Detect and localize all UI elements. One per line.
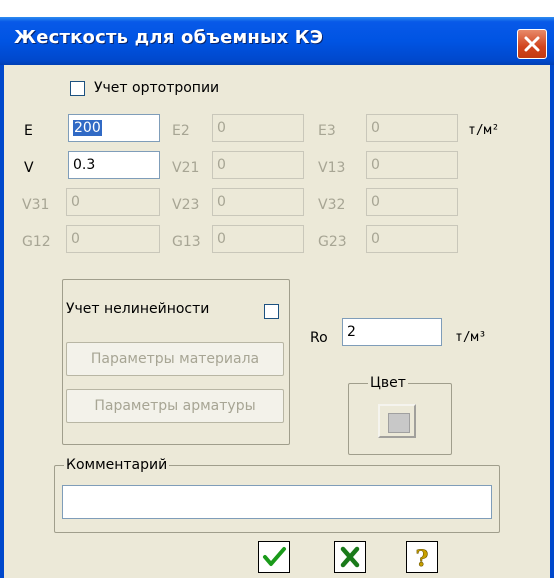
v13-input[interactable]: 0 [366, 151, 458, 179]
checkmark-icon [263, 547, 286, 566]
v32-input[interactable]: 0 [366, 188, 458, 216]
window-title: Жесткость для объемных КЭ [14, 27, 324, 48]
v32-label: V32 [318, 197, 346, 213]
modulus-unit: т/м² [468, 123, 500, 138]
title-bar[interactable]: Жесткость для объемных КЭ [0, 17, 554, 65]
ok-button[interactable] [258, 541, 290, 573]
v21-input[interactable]: 0 [212, 151, 304, 179]
g12-input[interactable]: 0 [66, 225, 160, 253]
color-group-title: Цвет [368, 375, 408, 391]
v31-input[interactable]: 0 [66, 188, 160, 216]
v-input[interactable]: 0.3 [68, 151, 160, 179]
comment-input[interactable] [62, 485, 492, 519]
nonlinearity-checkbox[interactable] [264, 304, 279, 319]
e2-label: E2 [172, 123, 190, 139]
background-strip [0, 0, 554, 17]
v31-label: V31 [22, 197, 50, 213]
g23-label: G23 [318, 234, 347, 250]
e-input[interactable]: 200 [68, 114, 160, 142]
e2-input[interactable]: 0 [212, 114, 304, 142]
g13-label: G13 [172, 234, 201, 250]
rebar-params-button[interactable]: Параметры арматуры [66, 389, 284, 423]
e-label: E [24, 123, 33, 139]
orthotropy-label: Учет ортотропии [94, 80, 220, 96]
e3-label: E3 [318, 123, 336, 139]
v-label: V [24, 160, 34, 176]
window-border-left [0, 65, 4, 578]
e-value: 200 [73, 120, 102, 136]
x-icon [340, 546, 360, 568]
close-button[interactable] [517, 29, 547, 59]
cancel-button[interactable] [334, 541, 366, 573]
ro-input[interactable]: 2 [342, 318, 442, 346]
nonlinearity-label: Учет нелинейности [66, 301, 210, 317]
g13-input[interactable]: 0 [212, 225, 304, 253]
material-params-button[interactable]: Параметры материала [66, 342, 284, 376]
v23-label: V23 [172, 197, 200, 213]
question-icon: ? [415, 546, 429, 572]
comment-group-title: Комментарий [64, 457, 170, 473]
v23-input[interactable]: 0 [212, 188, 304, 216]
g12-label: G12 [22, 234, 51, 250]
svg-text:?: ? [416, 546, 429, 572]
orthotropy-checkbox[interactable] [70, 81, 85, 96]
e3-input[interactable]: 0 [366, 114, 458, 142]
ro-label: Ro [310, 330, 328, 346]
help-button[interactable]: ? [406, 541, 438, 573]
color-swatch [388, 413, 410, 433]
dialog-window: Жесткость для объемных КЭ Учет ортотропи… [0, 17, 554, 578]
close-icon [524, 36, 540, 52]
g23-input[interactable]: 0 [366, 225, 458, 253]
v13-label: V13 [318, 160, 346, 176]
color-button[interactable] [378, 404, 416, 438]
v21-label: V21 [172, 160, 200, 176]
density-unit: т/м³ [455, 330, 487, 345]
window-border-right [550, 65, 554, 578]
